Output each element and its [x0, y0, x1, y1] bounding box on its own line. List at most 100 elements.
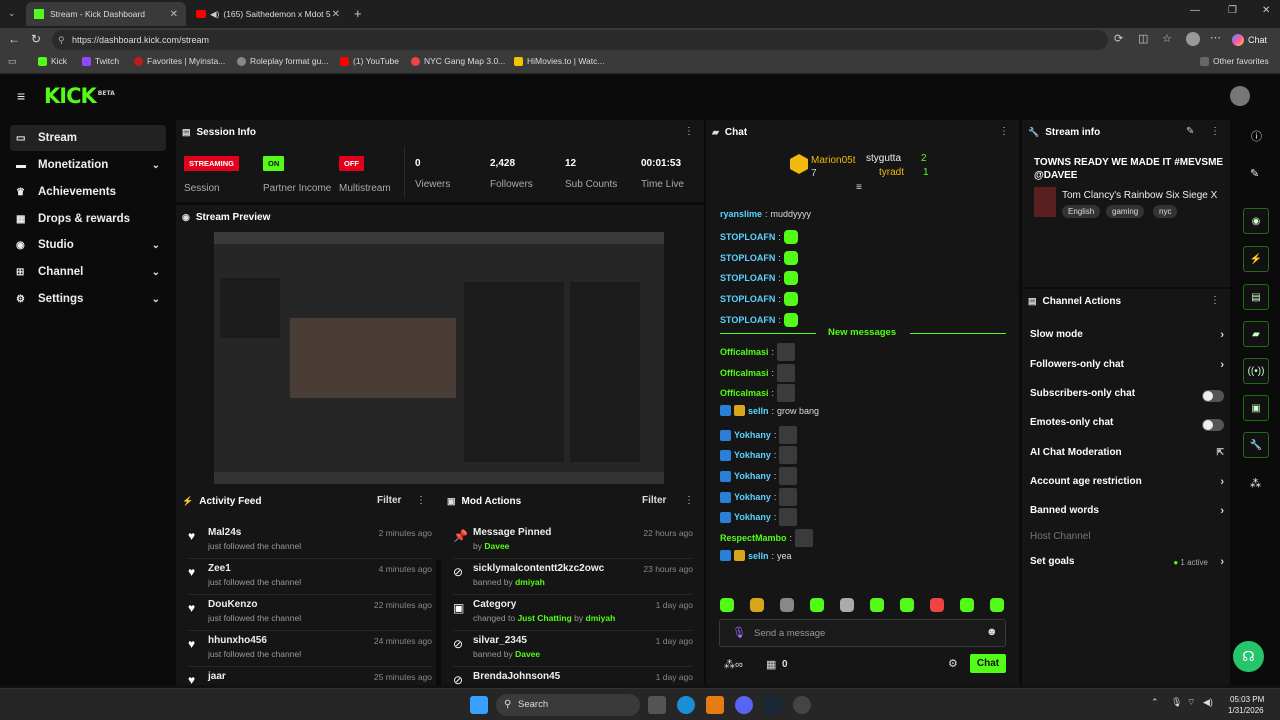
emote-icon[interactable]: [777, 384, 796, 402]
chat-username[interactable]: Yokhany: [734, 430, 771, 440]
sidebar-item-stream[interactable]: ▭ Stream: [10, 125, 166, 151]
app-icon[interactable]: [793, 696, 811, 714]
emote-icon[interactable]: [779, 446, 798, 464]
chat-username[interactable]: Yokhany: [734, 512, 771, 522]
chat-button[interactable]: ▰: [1243, 321, 1269, 347]
sidebar-item-settings[interactable]: ⚙ Settings ⌄: [10, 286, 166, 312]
task-view-icon[interactable]: [648, 696, 666, 714]
close-icon[interactable]: ✕: [332, 9, 340, 20]
chat-message[interactable]: Yokhany:: [720, 488, 798, 506]
more-icon[interactable]: ⋯: [1210, 31, 1221, 44]
chat-username[interactable]: Yokhany: [734, 492, 771, 502]
windows-start-icon[interactable]: [470, 696, 488, 714]
chat-input[interactable]: 🎙 Send a message ☻: [719, 619, 1006, 647]
extensions-icon[interactable]: ⟳: [1114, 32, 1123, 45]
taskbar-search[interactable]: ⚲ Search: [496, 694, 640, 716]
microphone-icon[interactable]: 🎙: [732, 626, 746, 639]
chat-message[interactable]: STOPLOAFN:: [720, 230, 798, 244]
chat-message[interactable]: Yokhany:: [720, 446, 798, 464]
users-icon[interactable]: ⁂∞: [724, 658, 743, 671]
sidebar-item-achievements[interactable]: ♛ Achievements: [10, 179, 166, 205]
set-goals-row[interactable]: Set goals ● 1 active ›: [1030, 556, 1224, 576]
edge-icon[interactable]: [677, 696, 695, 714]
layout-button[interactable]: ▣: [1243, 395, 1269, 421]
emote-icon[interactable]: [779, 508, 798, 526]
bookmark-youtube[interactable]: (1) YouTube: [340, 56, 399, 66]
volume-icon[interactable]: ◀): [1203, 697, 1213, 708]
chat-message[interactable]: STOPLOAFN:: [720, 313, 798, 327]
chat-username[interactable]: selln: [748, 551, 769, 561]
tab-youtube[interactable]: ◀) (165) Saithedemon x Mdot 5 ✕: [188, 2, 348, 26]
emote-icon[interactable]: [779, 467, 798, 485]
chat-message[interactable]: STOPLOAFN:: [720, 251, 798, 265]
more-options-icon[interactable]: ⋮: [416, 495, 426, 506]
top-gifter-name[interactable]: stygutta: [866, 153, 901, 164]
slow-mode-row[interactable]: Slow mode ›: [1030, 329, 1224, 349]
emote-icon[interactable]: [840, 598, 854, 612]
emote-icon[interactable]: [783, 292, 798, 306]
document-button[interactable]: ▤: [1243, 284, 1269, 310]
gift-icon[interactable]: ▦: [766, 658, 776, 671]
support-button[interactable]: ☊: [1233, 641, 1264, 672]
list-item[interactable]: ♥ Zee1 just followed the channel 4 minutes …: [188, 559, 432, 595]
wifi-icon[interactable]: ⌔: [1187, 697, 1195, 708]
bookmark-kick[interactable]: Kick: [38, 56, 67, 66]
emote-icon[interactable]: [750, 598, 764, 612]
hamburger-menu-icon[interactable]: ≡: [17, 88, 25, 104]
list-item[interactable]: ♥ jaar 25 minutes ago: [188, 667, 432, 687]
chat-message[interactable]: selln: yea: [720, 550, 792, 561]
close-window-button[interactable]: ✕: [1262, 5, 1270, 16]
chat-username[interactable]: STOPLOAFN: [720, 273, 775, 283]
chat-username[interactable]: STOPLOAFN: [720, 232, 775, 242]
top-gifter-name[interactable]: tyradt: [879, 167, 904, 178]
more-options-icon[interactable]: ⋮: [999, 126, 1009, 137]
chat-message[interactable]: STOPLOAFN:: [720, 292, 798, 306]
chat-username[interactable]: Officalmasi: [720, 368, 769, 378]
clock-date[interactable]: 1/31/2026: [1228, 706, 1264, 715]
kick-logo[interactable]: KICK BETA: [44, 84, 115, 108]
bookmark-other-favorites[interactable]: Other favorites: [1200, 56, 1269, 66]
emote-icon[interactable]: [783, 313, 798, 327]
chat-message[interactable]: Yokhany:: [720, 508, 798, 526]
tag-badge[interactable]: English: [1062, 205, 1101, 218]
more-options-icon[interactable]: ⋮: [684, 495, 694, 506]
chat-message[interactable]: ryanslime: muddyyyy: [720, 209, 811, 219]
collapse-icon[interactable]: ≡: [856, 182, 862, 193]
list-item[interactable]: ♥ DouKenzo just followed the channel 22 min…: [188, 595, 432, 631]
speaker-icon[interactable]: ◀): [210, 9, 219, 20]
emote-icon[interactable]: [795, 529, 814, 547]
emote-icon[interactable]: [783, 230, 798, 244]
emote-icon[interactable]: [777, 343, 796, 361]
profile-avatar[interactable]: [1186, 32, 1200, 46]
bookmark-twitch[interactable]: Twitch: [82, 56, 119, 66]
microphone-icon[interactable]: 🎙: [1171, 697, 1182, 708]
bolt-button[interactable]: ⚡: [1243, 246, 1269, 272]
emote-icon[interactable]: [783, 271, 798, 285]
filter-button[interactable]: Filter: [377, 495, 401, 506]
clock-time[interactable]: 05:03 PM: [1230, 695, 1264, 704]
top-gifter-name[interactable]: Marion05t: [811, 155, 855, 166]
chat-message[interactable]: Yokhany:: [720, 467, 798, 485]
emote-icon[interactable]: [777, 364, 796, 382]
copilot-chat-button[interactable]: Chat: [1232, 31, 1276, 49]
minimize-button[interactable]: —: [1190, 5, 1200, 16]
send-chat-button[interactable]: Chat: [970, 654, 1006, 673]
list-item[interactable]: ⊘ BrendaJohnson45 1 day ago: [453, 667, 693, 687]
split-screen-icon[interactable]: ◫: [1138, 32, 1148, 45]
tag-badge[interactable]: gaming: [1106, 205, 1145, 218]
emote-icon[interactable]: [900, 598, 914, 612]
bookmark-myinsta[interactable]: Favorites | Myinsta...: [134, 56, 225, 66]
chat-username[interactable]: STOPLOAFN: [720, 315, 775, 325]
tag-badge[interactable]: nyc: [1153, 205, 1178, 218]
camera-button[interactable]: ◉: [1243, 208, 1269, 234]
list-item[interactable]: ⊘ silvar_2345 banned by Davee 1 day ago: [453, 631, 693, 667]
emote-icon[interactable]: [720, 598, 734, 612]
emote-icon[interactable]: [783, 251, 798, 265]
edit-icon[interactable]: ✎: [1186, 126, 1194, 137]
emote-icon[interactable]: [990, 598, 1004, 612]
sidebar-item-drops[interactable]: ▦ Drops & rewards: [10, 206, 166, 232]
emoji-icon[interactable]: ☻: [986, 626, 998, 638]
favorites-icon[interactable]: ☆: [1162, 32, 1172, 45]
emote-icon[interactable]: [810, 598, 824, 612]
more-options-icon[interactable]: ⋮: [1210, 295, 1220, 306]
